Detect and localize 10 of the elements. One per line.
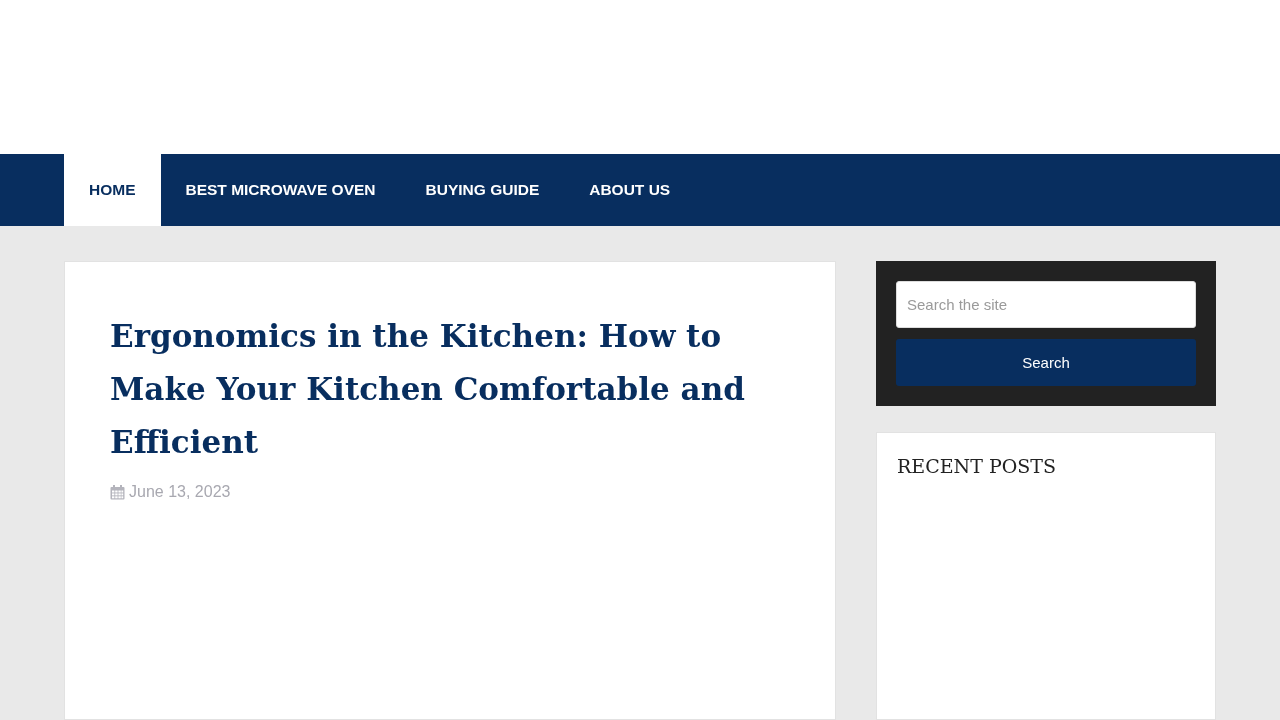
post-date: June 13, 2023 xyxy=(129,483,231,501)
search-button[interactable]: Search xyxy=(896,339,1196,386)
widget-title: RECENT POSTS xyxy=(897,455,1057,477)
nav-link[interactable]: ABOUT US xyxy=(564,154,696,226)
nav-link[interactable]: BEST MICROWAVE OVEN xyxy=(160,154,401,226)
nav-link[interactable]: BUYING GUIDE xyxy=(400,154,565,226)
nav-link[interactable]: HOME xyxy=(64,154,161,226)
article-title: Ergonomics in the Kitchen: How to Make Your Kitchen Comfortable and Efficient xyxy=(110,317,746,462)
calendar-icon xyxy=(110,484,125,500)
search-field[interactable]: Search the site xyxy=(896,281,1196,328)
